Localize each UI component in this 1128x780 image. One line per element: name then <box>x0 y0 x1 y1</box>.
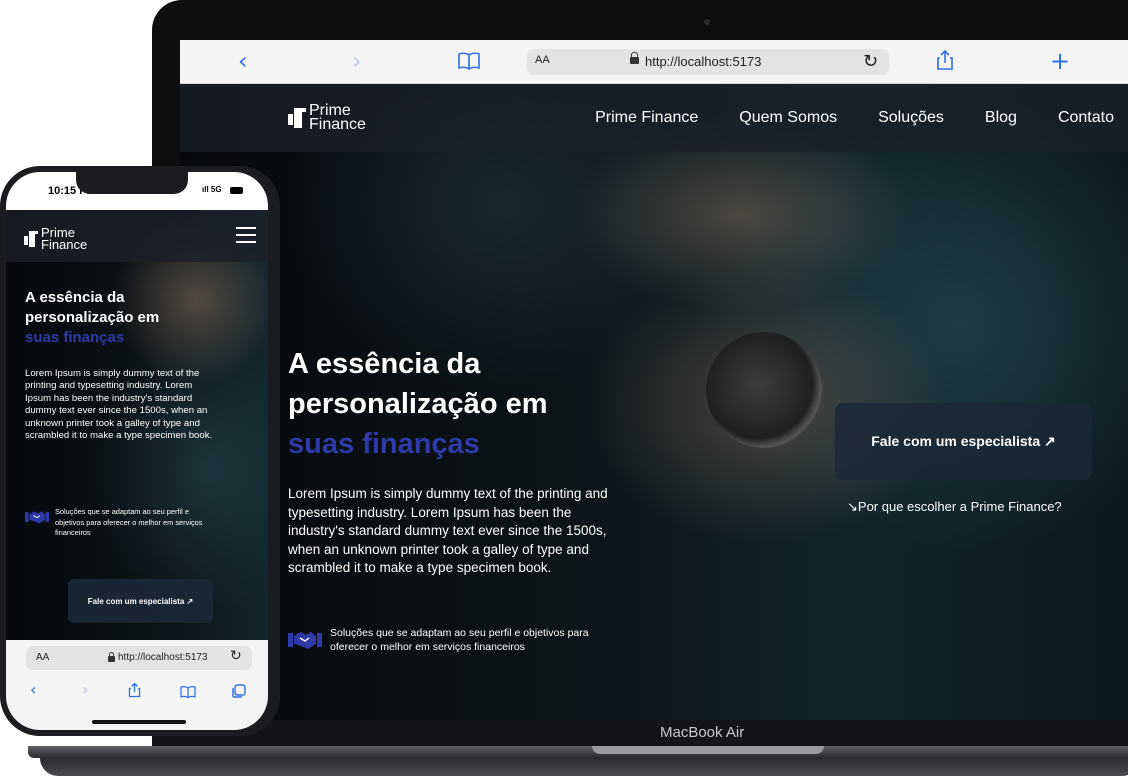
feature-row: Soluções que se adaptam ao seu perfil e … <box>288 626 620 654</box>
nav-link-quem-somos[interactable]: Quem Somos <box>739 109 837 127</box>
logo-mark-icon <box>288 108 306 128</box>
phone-status-bar: 10:15 PM ıll 5G <box>6 172 268 210</box>
phone-browser-toolbar: AA http://localhost:5173 ↻ ‹ › <box>6 640 268 730</box>
phone-screen: 10:15 PM ıll 5G Prime Finance A essência… <box>6 172 268 730</box>
nav-links: Prime Finance Quem Somos Soluções Blog C… <box>595 109 1114 127</box>
phone-address-bar[interactable]: AA http://localhost:5173 ↻ <box>26 646 252 670</box>
url-text[interactable]: http://localhost:5173 <box>645 54 761 69</box>
plus-icon[interactable]: + <box>1050 47 1070 75</box>
logo-line-2: Finance <box>309 116 366 133</box>
phone-contact-specialist-button[interactable]: Fale com um especialista ↗ <box>68 579 213 623</box>
logo-mark-icon <box>24 231 38 247</box>
share-icon[interactable] <box>936 49 954 77</box>
nav-link-blog[interactable]: Blog <box>985 109 1017 127</box>
browser-toolbar: ‹ › AA http://localhost:5173 ↻ + <box>180 40 1128 84</box>
signal-icon: ıll <box>202 185 211 194</box>
laptop-base <box>28 746 1128 758</box>
menu-icon[interactable] <box>236 227 256 243</box>
laptop-screen: ‹ › AA http://localhost:5173 ↻ + Prime F… <box>180 40 1128 720</box>
lock-icon <box>630 52 639 64</box>
share-icon[interactable] <box>128 682 141 702</box>
site-logo[interactable]: Prime Finance <box>288 103 366 133</box>
device-mockup-scene: ‹ › AA http://localhost:5173 ↻ + Prime F… <box>0 0 1128 780</box>
why-choose-link[interactable]: ↘Por que escolher a Prime Finance? <box>847 499 1062 515</box>
phone-hero-title-line-2: personalização em <box>25 309 160 326</box>
laptop-chin <box>152 720 1128 748</box>
phone-hero-body: Lorem Ipsum is simply dummy text of the … <box>25 368 213 442</box>
phone-hero-title: A essência da personalização em suas fin… <box>25 288 265 348</box>
contact-specialist-button[interactable]: Fale com um especialista ↗ <box>835 403 1092 480</box>
phone-feature-row: Soluções que se adaptam ao seu perfil e … <box>25 507 220 539</box>
phone-text-size-button[interactable]: AA <box>36 652 49 663</box>
address-bar[interactable]: AA http://localhost:5173 ↻ <box>527 49 889 75</box>
phone-site-navbar: Prime Finance <box>6 210 268 262</box>
website-viewport: Prime Finance Prime Finance Quem Somos S… <box>180 84 1128 720</box>
phone-website-viewport: Prime Finance A essência da personalizaç… <box>6 210 268 640</box>
phone-url-text[interactable]: http://localhost:5173 <box>118 652 208 663</box>
tabs-icon[interactable] <box>232 683 246 702</box>
site-navbar: Prime Finance Prime Finance Quem Somos S… <box>180 84 1128 152</box>
phone-hero-title-line-1: A essência da <box>25 289 125 306</box>
home-indicator[interactable] <box>92 720 186 724</box>
nav-link-solucoes[interactable]: Soluções <box>878 109 944 127</box>
laptop-foot <box>40 758 1128 776</box>
lock-icon <box>108 652 115 662</box>
hero-title: A essência da personalização em suas fin… <box>288 344 688 464</box>
feature-text: Soluções que se adaptam ao seu perfil e … <box>330 627 589 653</box>
handshake-icon <box>25 509 49 525</box>
nav-link-prime-finance[interactable]: Prime Finance <box>595 109 698 127</box>
watch-photo <box>706 332 822 448</box>
camera-icon <box>704 19 710 25</box>
status-network: ıll 5G <box>202 185 222 194</box>
chevron-left-icon[interactable]: ‹ <box>238 47 248 75</box>
laptop-model-label: MacBook Air <box>660 724 745 741</box>
text-size-button[interactable]: AA <box>535 54 550 66</box>
phone-logo-line-2: Finance <box>41 237 88 252</box>
hero-title-line-1: A essência da <box>288 348 481 380</box>
phone-hero-title-accent: suas finanças <box>25 329 125 346</box>
book-icon[interactable] <box>180 684 196 703</box>
book-icon[interactable] <box>458 49 480 77</box>
chevron-left-icon[interactable]: ‹ <box>30 680 36 699</box>
battery-icon <box>230 187 243 194</box>
chevron-right-icon[interactable]: › <box>352 47 362 75</box>
laptop-hinge-notch <box>592 746 824 754</box>
reload-icon[interactable]: ↻ <box>863 51 878 72</box>
nav-link-contato[interactable]: Contato <box>1058 109 1114 127</box>
handshake-icon <box>288 629 322 651</box>
hero-title-accent: suas finanças <box>288 428 480 460</box>
phone-site-logo[interactable]: Prime Finance <box>24 226 88 252</box>
hero-body: Lorem Ipsum is simply dummy text of the … <box>288 486 608 575</box>
hero-title-line-2: personalização em <box>288 388 548 420</box>
chevron-right-icon[interactable]: › <box>82 680 88 699</box>
reload-icon[interactable]: ↻ <box>230 648 242 664</box>
phone-notch <box>76 172 188 194</box>
phone-feature-text: Soluções que se adaptam ao seu perfil e … <box>55 507 203 537</box>
